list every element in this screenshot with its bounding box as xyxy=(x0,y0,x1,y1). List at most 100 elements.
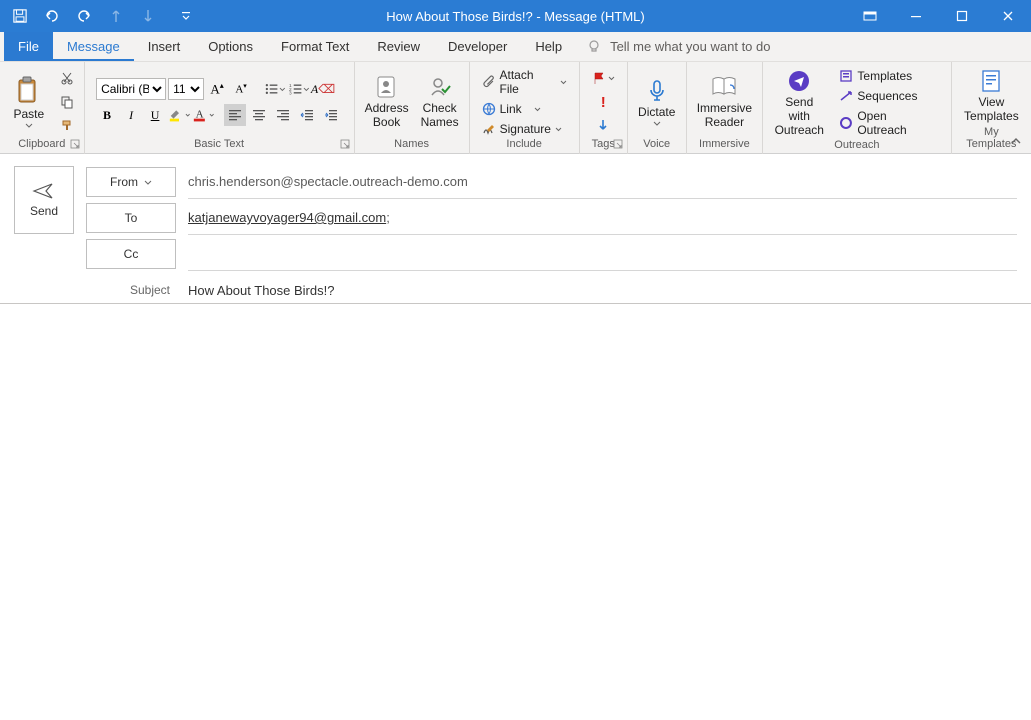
check-names-button[interactable]: Check Names xyxy=(417,72,463,132)
tab-review[interactable]: Review xyxy=(363,32,434,61)
from-value[interactable]: chris.henderson@spectacle.outreach-demo.… xyxy=(188,165,1017,199)
outreach-send-icon xyxy=(786,68,812,94)
send-with-outreach-button[interactable]: Send with Outreach xyxy=(769,66,829,139)
underline-button[interactable]: U xyxy=(144,104,166,126)
window-compact-icon[interactable] xyxy=(847,0,893,32)
check-names-icon xyxy=(427,74,453,100)
font-color-button[interactable]: A xyxy=(192,104,214,126)
brush-icon xyxy=(60,119,74,133)
to-field[interactable]: katjanewayvoyager94@gmail.com; xyxy=(188,201,1017,235)
send-with-outreach-label: Send with Outreach xyxy=(773,96,825,137)
font-name-select[interactable]: Calibri (Bod xyxy=(96,78,166,100)
chevron-down-icon xyxy=(653,121,661,126)
link-label: Link xyxy=(500,102,522,116)
open-outreach-button[interactable]: Open Outreach xyxy=(833,107,944,139)
grow-font-button[interactable]: A▴ xyxy=(206,78,228,100)
close-button[interactable] xyxy=(985,0,1031,32)
signature-button[interactable]: Signature xyxy=(476,120,573,138)
redo-icon[interactable] xyxy=(72,4,96,28)
group-include: Attach File Link Signature Include xyxy=(470,62,580,154)
basic-text-launcher[interactable] xyxy=(340,139,352,151)
to-button[interactable]: To xyxy=(86,203,176,233)
tab-options[interactable]: Options xyxy=(194,32,267,61)
indent-button[interactable] xyxy=(320,104,342,126)
to-recipient[interactable]: katjanewayvoyager94@gmail.com xyxy=(188,210,386,225)
compose-header: Send From chris.henderson@spectacle.outr… xyxy=(0,154,1031,304)
from-value-text: chris.henderson@spectacle.outreach-demo.… xyxy=(188,174,468,189)
align-left-button[interactable] xyxy=(224,104,246,126)
subject-field[interactable] xyxy=(188,273,1017,307)
dictate-button[interactable]: Dictate xyxy=(634,76,680,129)
tab-message[interactable]: Message xyxy=(53,32,134,61)
tab-help[interactable]: Help xyxy=(521,32,576,61)
outdent-button[interactable] xyxy=(296,104,318,126)
group-label-basic-text: Basic Text xyxy=(91,138,348,152)
format-painter-button[interactable] xyxy=(56,115,78,137)
cc-button[interactable]: Cc xyxy=(86,239,176,269)
subject-label: Subject xyxy=(86,283,176,297)
cc-input[interactable] xyxy=(188,246,1017,261)
templates-button[interactable]: Templates xyxy=(833,67,944,85)
bullets-button[interactable] xyxy=(264,78,286,100)
font-color-icon: A xyxy=(192,107,209,123)
tab-file[interactable]: File xyxy=(4,32,53,61)
tags-launcher[interactable] xyxy=(613,139,625,151)
quick-access-toolbar xyxy=(0,4,198,28)
align-center-button[interactable] xyxy=(248,104,270,126)
paste-icon xyxy=(16,76,42,106)
undo-icon[interactable] xyxy=(40,4,64,28)
flag-icon xyxy=(592,71,606,85)
bold-button[interactable]: B xyxy=(96,104,118,126)
italic-button[interactable]: I xyxy=(120,104,142,126)
cc-label: Cc xyxy=(124,247,139,261)
numbering-button[interactable]: 123 xyxy=(288,78,310,100)
align-right-button[interactable] xyxy=(272,104,294,126)
window-title: How About Those Birds!? - Message (HTML) xyxy=(386,9,644,24)
highlight-button[interactable] xyxy=(168,104,190,126)
chevron-down-icon xyxy=(534,107,541,112)
outreach-logo-icon xyxy=(839,116,853,130)
sequences-label: Sequences xyxy=(857,89,917,103)
dictate-label: Dictate xyxy=(638,106,675,120)
check-names-label: Check Names xyxy=(421,102,459,130)
group-label-clipboard: Clipboard xyxy=(6,138,78,152)
qat-dropdown-icon[interactable] xyxy=(174,4,198,28)
immersive-reader-label: Immersive Reader xyxy=(697,102,752,130)
sequences-button[interactable]: Sequences xyxy=(833,87,944,105)
message-body[interactable] xyxy=(0,304,1031,720)
maximize-button[interactable] xyxy=(939,0,985,32)
cut-button[interactable] xyxy=(56,67,78,89)
templates-label: Templates xyxy=(857,69,912,83)
microphone-icon xyxy=(646,78,668,104)
attach-file-label: Attach File xyxy=(500,68,556,96)
shrink-font-button[interactable]: A▾ xyxy=(230,78,252,100)
group-voice: Dictate Voice xyxy=(628,62,687,154)
group-label-names: Names xyxy=(361,138,463,152)
view-templates-button[interactable]: View Templates xyxy=(960,66,1023,126)
clear-formatting-button[interactable]: A⌫ xyxy=(312,78,334,100)
low-importance-button[interactable] xyxy=(592,115,614,137)
collapse-ribbon-button[interactable] xyxy=(1009,135,1025,149)
copy-button[interactable] xyxy=(56,91,78,113)
link-button[interactable]: Link xyxy=(476,100,573,118)
send-button[interactable]: Send xyxy=(14,166,74,234)
save-icon[interactable] xyxy=(8,4,32,28)
paste-button[interactable]: Paste xyxy=(6,74,52,131)
immersive-reader-button[interactable]: Immersive Reader xyxy=(693,72,756,132)
cc-field[interactable] xyxy=(188,237,1017,271)
subject-input[interactable] xyxy=(188,283,1017,298)
high-importance-button[interactable]: ! xyxy=(592,91,614,113)
address-book-button[interactable]: Address Book xyxy=(361,72,413,132)
attach-file-button[interactable]: Attach File xyxy=(476,66,573,98)
tab-insert[interactable]: Insert xyxy=(134,32,195,61)
tab-format-text[interactable]: Format Text xyxy=(267,32,363,61)
minimize-button[interactable] xyxy=(893,0,939,32)
tab-developer[interactable]: Developer xyxy=(434,32,521,61)
from-button[interactable]: From xyxy=(86,167,176,197)
follow-up-button[interactable] xyxy=(592,67,615,89)
view-templates-icon xyxy=(979,68,1003,94)
tell-me-search[interactable]: Tell me what you want to do xyxy=(586,32,770,61)
font-size-select[interactable]: 11 xyxy=(168,78,204,100)
clipboard-launcher[interactable] xyxy=(70,139,82,151)
send-icon xyxy=(32,182,56,200)
